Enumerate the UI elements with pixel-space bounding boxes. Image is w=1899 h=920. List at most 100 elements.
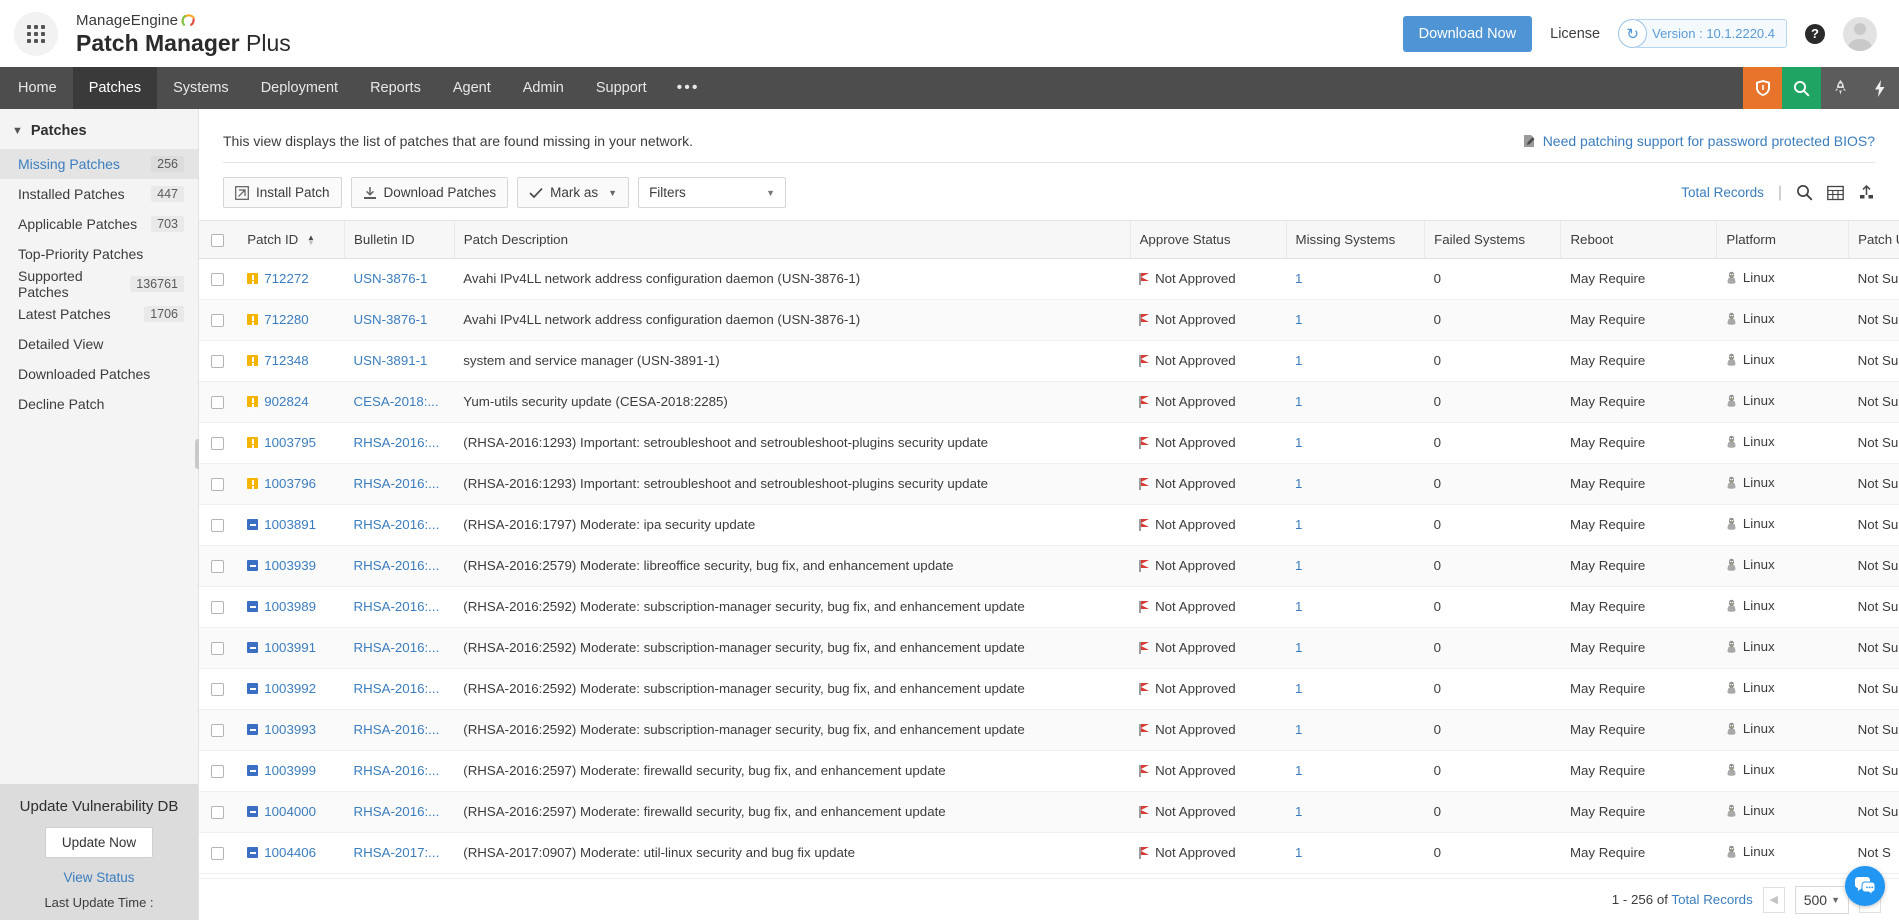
row-select-checkbox[interactable] xyxy=(211,600,224,614)
bolt-icon[interactable] xyxy=(1860,67,1899,109)
cell-bulletin-id-value[interactable]: USN-3876-1 xyxy=(354,312,428,327)
patch-id-link[interactable]: 1004000 xyxy=(264,804,316,819)
row-select-checkbox[interactable] xyxy=(211,354,224,368)
column-header-failed-systems[interactable]: Failed Systems xyxy=(1424,221,1562,259)
cell-bulletin-id-value[interactable]: USN-3891-1 xyxy=(354,353,428,368)
row-select-checkbox[interactable] xyxy=(211,477,224,491)
page-size-select[interactable]: 500 ▼ xyxy=(1794,885,1849,914)
cell-bulletin-id-value[interactable]: RHSA-2016:... xyxy=(354,804,440,819)
export-icon[interactable] xyxy=(1858,184,1875,201)
cell-missing-systems-value[interactable]: 1 xyxy=(1295,394,1302,409)
sidebar-item-decline-patch[interactable]: Decline Patch xyxy=(0,389,198,419)
cell-missing-systems-value[interactable]: 1 xyxy=(1295,763,1302,778)
table-row[interactable]: 1003999 RHSA-2016:... (RHSA-2016:2597) Mod… xyxy=(199,750,1899,792)
column-header-platform[interactable]: Platform xyxy=(1716,221,1850,259)
cell-missing-systems-value[interactable]: 1 xyxy=(1295,312,1302,327)
patch-id-link[interactable]: 712280 xyxy=(264,312,308,327)
filters-select[interactable]: Filters ▼ xyxy=(638,177,787,208)
table-row[interactable]: 1003993 RHSA-2016:... (RHSA-2016:2592) Mod… xyxy=(199,709,1899,751)
sidebar-item-latest-patches[interactable]: Latest Patches 1706 xyxy=(0,299,198,329)
sidebar-item-supported-patches[interactable]: Supported Patches 136761 xyxy=(0,268,198,300)
cell-bulletin-id-value[interactable]: RHSA-2016:... xyxy=(354,599,440,614)
cell-bulletin-id-value[interactable]: RHSA-2016:... xyxy=(354,435,440,450)
cell-bulletin-id-value[interactable]: RHSA-2016:... xyxy=(354,722,440,737)
shield-icon[interactable] xyxy=(1743,67,1782,109)
column-header-patch-description[interactable]: Patch Description xyxy=(454,221,1131,259)
row-select-checkbox[interactable] xyxy=(211,641,224,655)
patch-id-link[interactable]: 1003989 xyxy=(264,599,316,614)
cell-missing-systems-value[interactable]: 1 xyxy=(1295,681,1302,696)
download-patches-button[interactable]: Download Patches xyxy=(350,177,509,208)
cell-missing-systems-value[interactable]: 1 xyxy=(1295,558,1302,573)
cell-missing-systems-value[interactable]: 1 xyxy=(1295,722,1302,737)
brand-logo[interactable]: ManageEngine Patch Manager Plus xyxy=(76,12,291,55)
sidebar-item-installed-patches[interactable]: Installed Patches 447 xyxy=(0,179,198,209)
search-icon[interactable] xyxy=(1796,184,1813,201)
previous-page-button[interactable]: ◀ xyxy=(1762,886,1785,913)
row-select-checkbox[interactable] xyxy=(211,723,224,737)
cell-bulletin-id-value[interactable]: USN-3876-1 xyxy=(354,271,428,286)
install-patch-button[interactable]: Install Patch xyxy=(223,177,342,208)
table-row[interactable]: 1003939 RHSA-2016:... (RHSA-2016:2579) Mod… xyxy=(199,545,1899,587)
row-select-checkbox[interactable] xyxy=(211,805,224,819)
nav-item-support[interactable]: Support xyxy=(580,67,663,109)
table-row[interactable]: 712348 USN-3891-1 system and service manag… xyxy=(199,340,1899,382)
column-header-missing-systems[interactable]: Missing Systems xyxy=(1286,221,1426,259)
cell-missing-systems-value[interactable]: 1 xyxy=(1295,640,1302,655)
patch-id-link[interactable]: 1003991 xyxy=(264,640,316,655)
cell-missing-systems-value[interactable]: 1 xyxy=(1295,845,1302,860)
sidebar-item-top-priority-patches[interactable]: Top-Priority Patches xyxy=(0,239,198,269)
row-select-checkbox[interactable] xyxy=(211,518,224,532)
view-status-link[interactable]: View Status xyxy=(10,870,188,885)
total-records-link[interactable]: Total Records xyxy=(1681,185,1764,200)
patch-id-link[interactable]: 1003795 xyxy=(264,435,316,450)
nav-item-patches[interactable]: Patches xyxy=(72,67,158,109)
nav-more-button[interactable]: ••• xyxy=(663,67,714,109)
table-row[interactable]: 1004000 RHSA-2016:... (RHSA-2016:2597) Mod… xyxy=(199,791,1899,833)
cell-bulletin-id-value[interactable]: RHSA-2017:... xyxy=(354,845,440,860)
patch-id-link[interactable]: 902824 xyxy=(264,394,308,409)
patch-id-link[interactable]: 1003999 xyxy=(264,763,316,778)
vertical-scrollbar[interactable] xyxy=(1892,221,1899,878)
table-row[interactable]: 902824 CESA-2018:... Yum-utils security up… xyxy=(199,381,1899,423)
column-header-bulletin-id[interactable]: Bulletin ID xyxy=(344,221,455,259)
cell-missing-systems-value[interactable]: 1 xyxy=(1295,517,1302,532)
row-select-checkbox[interactable] xyxy=(211,846,224,860)
cell-bulletin-id-value[interactable]: RHSA-2016:... xyxy=(354,476,440,491)
patch-id-link[interactable]: 1003939 xyxy=(264,558,316,573)
table-row[interactable]: 1003891 RHSA-2016:... (RHSA-2016:1797) Mod… xyxy=(199,504,1899,546)
table-row[interactable]: 712280 USN-3876-1 Avahi IPv4LL network add… xyxy=(199,299,1899,341)
row-select-checkbox[interactable] xyxy=(211,764,224,778)
patch-table-container[interactable]: Patch ID ▲ ▼ Bulletin ID Patch Descriptio… xyxy=(199,220,1899,878)
sidebar-item-downloaded-patches[interactable]: Downloaded Patches xyxy=(0,359,198,389)
table-row[interactable]: 1003991 RHSA-2016:... (RHSA-2016:2592) Mod… xyxy=(199,627,1899,669)
table-row[interactable]: 712272 USN-3876-1 Avahi IPv4LL network add… xyxy=(199,258,1899,300)
patch-id-link[interactable]: 712272 xyxy=(264,271,308,286)
table-row[interactable]: 1003795 RHSA-2016:... (RHSA-2016:1293) Imp… xyxy=(199,422,1899,464)
row-select-checkbox[interactable] xyxy=(211,682,224,696)
nav-item-agent[interactable]: Agent xyxy=(437,67,507,109)
rocket-icon[interactable] xyxy=(1821,67,1860,109)
sidebar-item-detailed-view[interactable]: Detailed View xyxy=(0,329,198,359)
cell-missing-systems-value[interactable]: 1 xyxy=(1295,599,1302,614)
patch-id-link[interactable]: 1003796 xyxy=(264,476,316,491)
cell-missing-systems-value[interactable]: 1 xyxy=(1295,476,1302,491)
patch-id-link[interactable]: 1003993 xyxy=(264,722,316,737)
table-row[interactable]: 1003989 RHSA-2016:... (RHSA-2016:2592) Mod… xyxy=(199,586,1899,628)
row-select-checkbox[interactable] xyxy=(211,395,224,409)
patch-id-link[interactable]: 1004406 xyxy=(264,845,316,860)
download-now-button[interactable]: Download Now xyxy=(1402,15,1533,52)
column-header-patch-id[interactable]: Patch ID ▲ ▼ xyxy=(238,221,346,259)
cell-bulletin-id-value[interactable]: CESA-2018:... xyxy=(354,394,439,409)
cell-bulletin-id-value[interactable]: RHSA-2016:... xyxy=(354,763,440,778)
column-chooser-icon[interactable] xyxy=(1827,185,1844,201)
column-header-reboot[interactable]: Reboot xyxy=(1560,221,1718,259)
cell-missing-systems-value[interactable]: 1 xyxy=(1295,353,1302,368)
cell-bulletin-id-value[interactable]: RHSA-2016:... xyxy=(354,640,440,655)
patch-id-link[interactable]: 1003891 xyxy=(264,517,316,532)
select-all-checkbox[interactable] xyxy=(211,233,224,247)
mark-as-button[interactable]: Mark as ▼ xyxy=(517,177,630,208)
refresh-icon[interactable]: ↻ xyxy=(1618,19,1648,48)
cell-bulletin-id-value[interactable]: RHSA-2016:... xyxy=(354,517,440,532)
nav-item-systems[interactable]: Systems xyxy=(157,67,245,109)
